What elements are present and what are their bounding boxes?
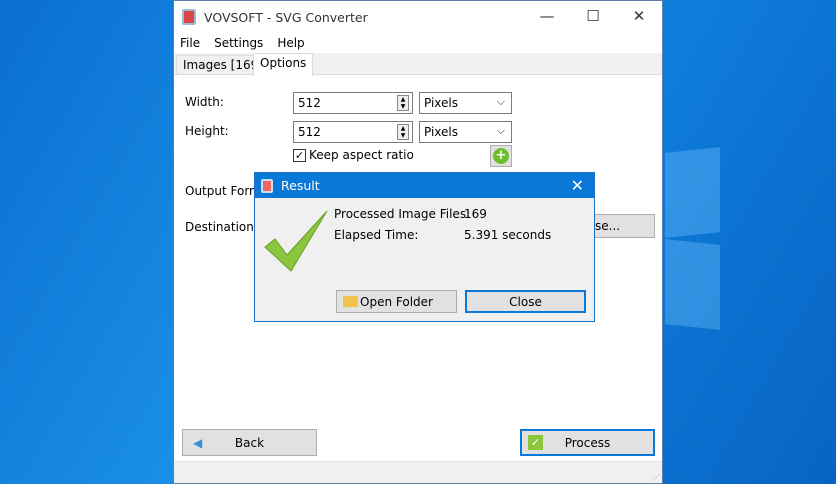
chevron-down-icon: ⌵ bbox=[496, 95, 505, 108]
minimize-button[interactable]: — bbox=[524, 1, 570, 31]
app-icon bbox=[182, 9, 196, 25]
arrow-left-icon: ◀ bbox=[193, 435, 203, 450]
height-value: 512 bbox=[298, 125, 321, 139]
height-label: Height: bbox=[185, 124, 229, 138]
windows-logo-pane bbox=[665, 239, 720, 330]
dialog-close-action-button[interactable]: Close bbox=[465, 290, 586, 313]
open-folder-label: Open Folder bbox=[360, 294, 433, 309]
folder-icon bbox=[343, 296, 358, 307]
maximize-button[interactable]: ☐ bbox=[570, 1, 616, 31]
back-label: Back bbox=[234, 435, 265, 450]
windows-logo-pane bbox=[665, 147, 720, 238]
menu-bar: File Settings Help bbox=[174, 33, 662, 53]
back-button[interactable]: ◀ Back bbox=[182, 429, 317, 456]
close-label: Close bbox=[509, 294, 542, 309]
keep-aspect-label: Keep aspect ratio bbox=[309, 148, 414, 162]
status-bar: ⋰ bbox=[174, 461, 662, 483]
browse-label: se... bbox=[595, 219, 621, 233]
plus-icon: + bbox=[493, 148, 509, 164]
height-unit-select[interactable]: Pixels ⌵ bbox=[419, 121, 512, 143]
height-input[interactable]: 512 ▲ ▼ bbox=[293, 121, 413, 143]
processed-value: 169 bbox=[464, 207, 487, 221]
elapsed-label: Elapsed Time: bbox=[334, 228, 419, 242]
dialog-title: Result bbox=[281, 178, 320, 193]
process-label: Process bbox=[564, 435, 611, 450]
dialog-title-bar: Result ✕ bbox=[255, 173, 594, 198]
app-icon bbox=[261, 178, 273, 193]
chevron-down-icon: ⌵ bbox=[496, 124, 505, 137]
width-value: 512 bbox=[298, 96, 321, 110]
destination-label: Destination: bbox=[185, 220, 258, 234]
check-icon: ✓ bbox=[528, 435, 543, 450]
width-spinner[interactable]: ▲ ▼ bbox=[397, 95, 409, 111]
title-bar: VOVSOFT - SVG Converter — ☐ ✕ bbox=[174, 1, 662, 33]
dialog-close-button[interactable]: ✕ bbox=[571, 176, 584, 195]
menu-help[interactable]: Help bbox=[277, 36, 304, 50]
height-unit-value: Pixels bbox=[424, 125, 459, 139]
keep-aspect-checkbox[interactable]: ✓ Keep aspect ratio bbox=[293, 148, 414, 162]
result-dialog: Result ✕ Processed Image Files: 169 Elap… bbox=[254, 172, 595, 322]
height-spinner[interactable]: ▲ ▼ bbox=[397, 124, 409, 140]
elapsed-value: 5.391 seconds bbox=[464, 228, 552, 242]
width-input[interactable]: 512 ▲ ▼ bbox=[293, 92, 413, 114]
tab-options[interactable]: Options bbox=[253, 53, 314, 76]
add-preset-button[interactable]: + bbox=[490, 145, 512, 167]
tab-bar: Images [169] Options bbox=[174, 53, 662, 76]
success-check-icon bbox=[264, 210, 328, 272]
resize-grip-icon[interactable]: ⋰ bbox=[652, 473, 660, 482]
processed-label: Processed Image Files: bbox=[334, 207, 471, 221]
menu-file[interactable]: File bbox=[180, 36, 200, 50]
width-label: Width: bbox=[185, 95, 224, 109]
checkbox-icon: ✓ bbox=[293, 148, 306, 162]
width-unit-select[interactable]: Pixels ⌵ bbox=[419, 92, 512, 114]
open-folder-button[interactable]: Open Folder bbox=[336, 290, 457, 313]
process-button[interactable]: ✓ Process bbox=[520, 429, 655, 456]
close-button[interactable]: ✕ bbox=[616, 1, 662, 31]
window-title: VOVSOFT - SVG Converter bbox=[204, 9, 368, 25]
width-unit-value: Pixels bbox=[424, 96, 459, 110]
menu-settings[interactable]: Settings bbox=[214, 36, 263, 50]
